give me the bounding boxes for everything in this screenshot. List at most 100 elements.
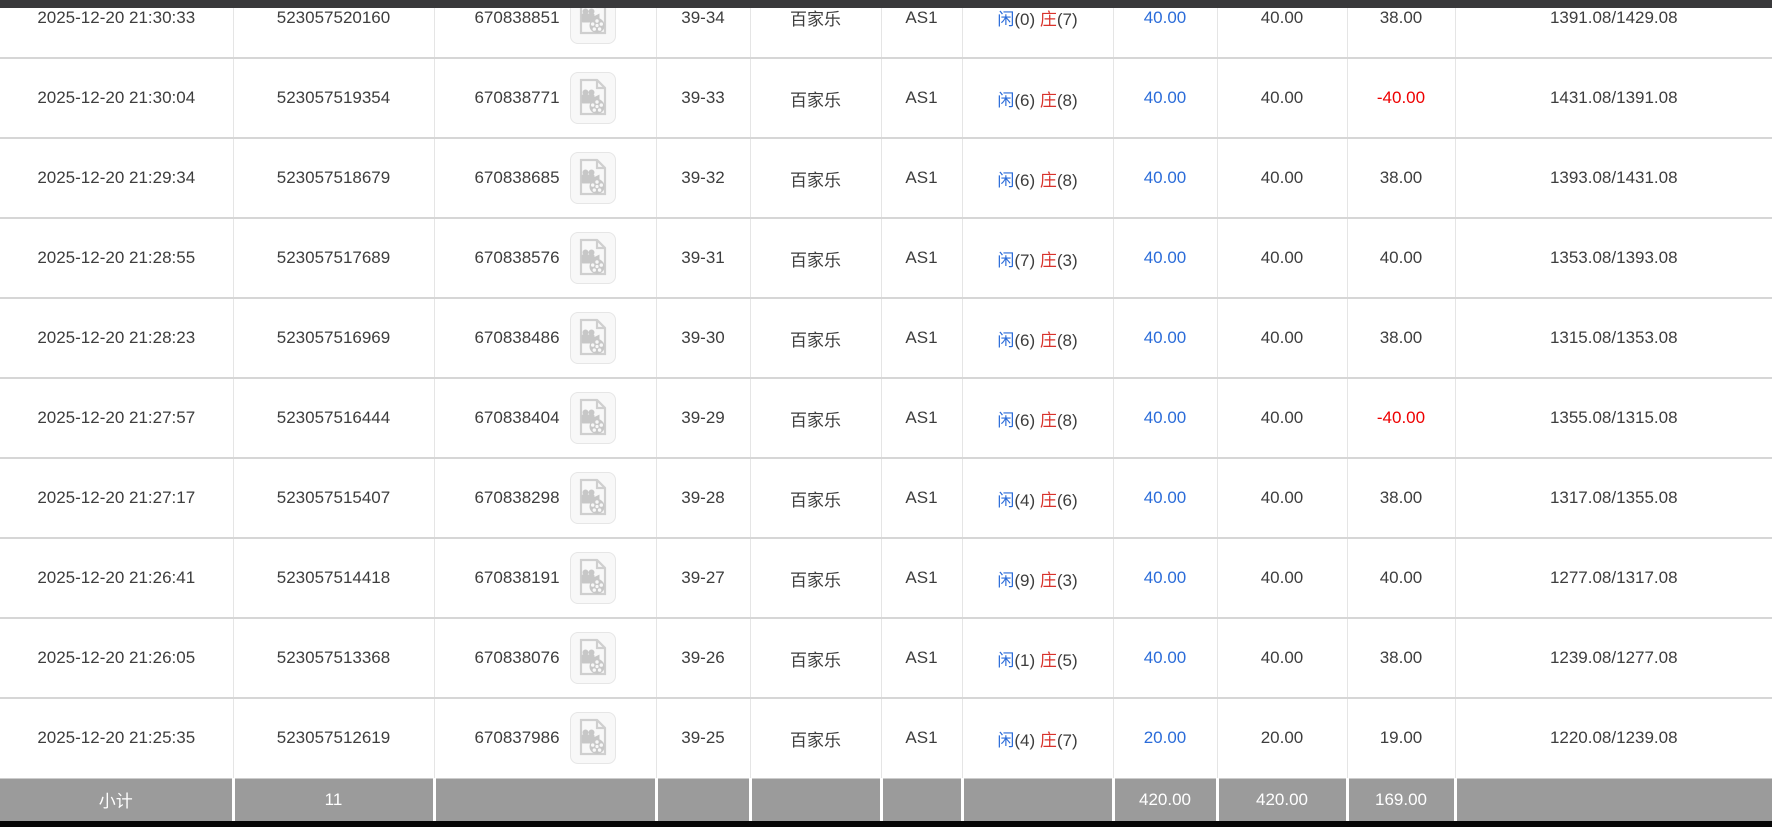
bet-amount-cell: 40.00 — [1113, 458, 1217, 538]
banker-label: 庄 — [1040, 411, 1057, 430]
balance-cell: 1391.08/1429.08 — [1455, 0, 1772, 58]
valid-amount-cell: 40.00 — [1217, 538, 1347, 618]
round-cell: 39-28 — [656, 458, 750, 538]
video-replay-button[interactable] — [570, 472, 616, 524]
subtotal-label: 小计 — [0, 778, 233, 821]
bet-time-cell: 2025-12-20 21:30:33 — [0, 0, 233, 58]
bet-amount-cell: 40.00 — [1113, 298, 1217, 378]
video-file-icon — [577, 638, 609, 679]
result-cell: 闲(9) 庄(3) — [962, 538, 1113, 618]
subtotal-empty-result — [962, 778, 1113, 821]
winloss-cell: 38.00 — [1347, 458, 1455, 538]
table-name-cell: AS1 — [881, 298, 962, 378]
video-replay-button[interactable] — [570, 392, 616, 444]
table-name-cell: AS1 — [881, 218, 962, 298]
table-row: 2025-12-20 21:27:17 523057515407 6708382… — [0, 458, 1772, 538]
video-file-icon — [577, 718, 609, 759]
table-row: 2025-12-20 21:30:04 523057519354 6708387… — [0, 58, 1772, 138]
winloss-cell: 38.00 — [1347, 298, 1455, 378]
balance-cell: 1355.08/1315.08 — [1455, 378, 1772, 458]
valid-amount-cell: 40.00 — [1217, 298, 1347, 378]
game-id-value: 670838685 — [474, 168, 559, 188]
player-points: (9) — [1014, 571, 1035, 590]
bet-amount-cell: 40.00 — [1113, 218, 1217, 298]
order-id-cell: 523057515407 — [233, 458, 434, 538]
banker-label: 庄 — [1040, 331, 1057, 350]
player-label: 闲 — [997, 411, 1014, 430]
video-replay-button[interactable] — [570, 232, 616, 284]
player-points: (6) — [1014, 411, 1035, 430]
game-type-cell: 百家乐 — [750, 138, 881, 218]
game-id-cell: 670838191 — [434, 538, 656, 618]
player-label: 闲 — [997, 491, 1014, 510]
table-row: 2025-12-20 21:30:33 523057520160 6708388… — [0, 0, 1772, 58]
round-cell: 39-34 — [656, 0, 750, 58]
winloss-cell: -40.00 — [1347, 58, 1455, 138]
round-cell: 39-25 — [656, 698, 750, 778]
player-label: 闲 — [997, 91, 1014, 110]
player-label: 闲 — [997, 651, 1014, 670]
bet-time-cell: 2025-12-20 21:27:57 — [0, 378, 233, 458]
result-cell: 闲(7) 庄(3) — [962, 218, 1113, 298]
banker-label: 庄 — [1040, 731, 1057, 750]
table-row: 2025-12-20 21:28:55 523057517689 6708385… — [0, 218, 1772, 298]
bet-time-cell: 2025-12-20 21:26:05 — [0, 618, 233, 698]
result-cell: 闲(1) 庄(5) — [962, 618, 1113, 698]
banker-label: 庄 — [1040, 571, 1057, 590]
subtotal-empty-round — [656, 778, 750, 821]
order-id-cell: 523057519354 — [233, 58, 434, 138]
game-type-cell: 百家乐 — [750, 458, 881, 538]
round-cell: 39-29 — [656, 378, 750, 458]
game-type-cell: 百家乐 — [750, 698, 881, 778]
subtotal-empty-gameid — [434, 778, 656, 821]
table-name-cell: AS1 — [881, 618, 962, 698]
video-replay-button[interactable] — [570, 632, 616, 684]
valid-amount-cell: 40.00 — [1217, 0, 1347, 58]
game-type-cell: 百家乐 — [750, 58, 881, 138]
banker-points: (8) — [1057, 411, 1078, 430]
banker-points: (8) — [1057, 91, 1078, 110]
subtotal-winloss-total: 169.00 — [1347, 778, 1455, 821]
table-name-cell: AS1 — [881, 138, 962, 218]
table-row: 2025-12-20 21:28:23 523057516969 6708384… — [0, 298, 1772, 378]
game-id-value: 670838298 — [474, 488, 559, 508]
video-replay-button[interactable] — [570, 72, 616, 124]
video-file-icon — [577, 398, 609, 439]
table-name-cell: AS1 — [881, 538, 962, 618]
valid-amount-cell: 40.00 — [1217, 618, 1347, 698]
bet-history-view: 2025-12-20 21:30:33 523057520160 6708388… — [0, 0, 1772, 827]
game-id-value: 670838576 — [474, 248, 559, 268]
banker-points: (5) — [1057, 651, 1078, 670]
video-replay-button[interactable] — [570, 712, 616, 764]
order-id-cell: 523057514418 — [233, 538, 434, 618]
video-replay-button[interactable] — [570, 152, 616, 204]
result-cell: 闲(6) 庄(8) — [962, 138, 1113, 218]
game-id-cell: 670837986 — [434, 698, 656, 778]
table-row: 2025-12-20 21:27:57 523057516444 6708384… — [0, 378, 1772, 458]
order-id-cell: 523057516969 — [233, 298, 434, 378]
order-id-cell: 523057513368 — [233, 618, 434, 698]
table-name-cell: AS1 — [881, 58, 962, 138]
game-type-cell: 百家乐 — [750, 298, 881, 378]
balance-cell: 1431.08/1391.08 — [1455, 58, 1772, 138]
table-name-cell: AS1 — [881, 698, 962, 778]
bet-amount-cell: 40.00 — [1113, 618, 1217, 698]
banker-points: (6) — [1057, 491, 1078, 510]
game-id-value: 670838191 — [474, 568, 559, 588]
player-points: (6) — [1014, 171, 1035, 190]
valid-amount-cell: 40.00 — [1217, 138, 1347, 218]
winloss-cell: 19.00 — [1347, 698, 1455, 778]
table-name-cell: AS1 — [881, 458, 962, 538]
round-cell: 39-26 — [656, 618, 750, 698]
round-cell: 39-32 — [656, 138, 750, 218]
game-id-cell: 670838851 — [434, 0, 656, 58]
balance-cell: 1220.08/1239.08 — [1455, 698, 1772, 778]
table-row: 2025-12-20 21:25:35 523057512619 6708379… — [0, 698, 1772, 778]
banker-points: (7) — [1057, 731, 1078, 750]
video-replay-button[interactable] — [570, 552, 616, 604]
video-replay-button[interactable] — [570, 312, 616, 364]
game-id-cell: 670838298 — [434, 458, 656, 538]
player-points: (0) — [1014, 10, 1035, 29]
top-dark-strip — [0, 0, 1772, 8]
banker-label: 庄 — [1040, 10, 1057, 29]
